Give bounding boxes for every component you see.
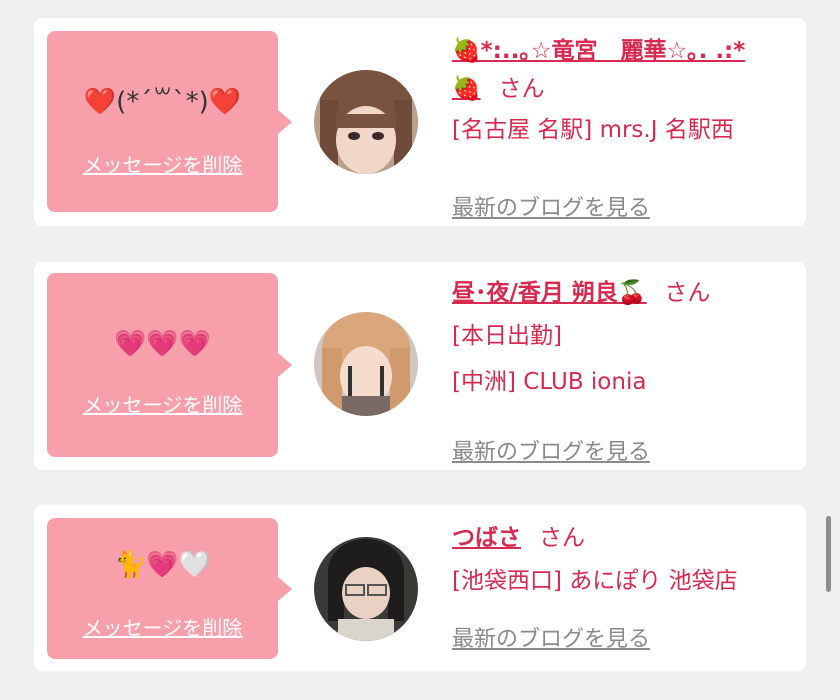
avatar[interactable] <box>314 537 418 641</box>
latest-blog-link[interactable]: 最新のブログを見る <box>452 621 650 653</box>
profile-name-link[interactable]: 昼･夜/香月 朔良🍒 <box>452 280 647 306</box>
shop-label: [中洲] CLUB ionia <box>452 369 647 395</box>
scrollbar[interactable] <box>826 516 831 592</box>
honorific: さん <box>664 280 711 306</box>
message-text: 💗💗💗 <box>113 329 212 359</box>
profile-info: つばさ さん [池袋西口] あにぽり 池袋店 最新のブログを見る <box>452 519 796 652</box>
message-bubble: ❤️(*´꒳`*)❤️ メッセージを削除 <box>47 31 292 212</box>
message-card: ❤️(*´꒳`*)❤️ メッセージを削除 🍓*:..｡☆竜宮 麗華☆｡. .:*… <box>34 18 806 226</box>
latest-blog-link[interactable]: 最新のブログを見る <box>452 434 650 466</box>
profile-name-link-cont[interactable]: 🍓 <box>452 76 481 102</box>
avatar-photo-icon <box>314 537 418 641</box>
honorific: さん <box>498 76 545 102</box>
shop-label: [池袋西口] あにぽり 池袋店 <box>452 568 738 594</box>
avatar-photo-icon <box>314 70 418 174</box>
delete-message-link[interactable]: メッセージを削除 <box>47 149 278 178</box>
message-card: 💗💗💗 メッセージを削除 昼･夜/香月 朔良🍒 さん [本日出勤] [中洲] CL… <box>34 262 806 470</box>
avatar[interactable] <box>314 70 418 174</box>
latest-blog-link[interactable]: 最新のブログを見る <box>452 190 650 222</box>
avatar-photo-icon <box>314 312 418 416</box>
honorific: さん <box>539 525 585 551</box>
message-bubble: 🐈💗🤍 メッセージを削除 <box>47 518 292 659</box>
message-bubble: 💗💗💗 メッセージを削除 <box>47 273 292 457</box>
message-text: ❤️(*´꒳`*)❤️ <box>83 87 242 117</box>
profile-info: 🍓*:..｡☆竜宮 麗華☆｡. .:* 🍓 さん [名古屋 名駅] mrs.J 名… <box>452 32 796 221</box>
profile-info: 昼･夜/香月 朔良🍒 さん [本日出勤] [中洲] CLUB ionia 最新のブ… <box>452 274 796 465</box>
message-card: 🐈💗🤍 メッセージを削除 つばさ さん [池袋西口] あにぽり 池袋店 最新のブロ… <box>34 505 806 671</box>
profile-name-link[interactable]: つばさ <box>452 525 521 551</box>
delete-message-link[interactable]: メッセージを削除 <box>47 389 278 418</box>
shop-label: [本日出勤] <box>452 323 562 349</box>
avatar[interactable] <box>314 312 418 416</box>
delete-message-link[interactable]: メッセージを削除 <box>47 612 278 641</box>
shop-label: [名古屋 名駅] mrs.J 名駅西 <box>452 117 734 143</box>
message-text: 🐈💗🤍 <box>113 550 212 580</box>
profile-name-link[interactable]: 🍓*:..｡☆竜宮 麗華☆｡. .:* <box>452 38 745 64</box>
